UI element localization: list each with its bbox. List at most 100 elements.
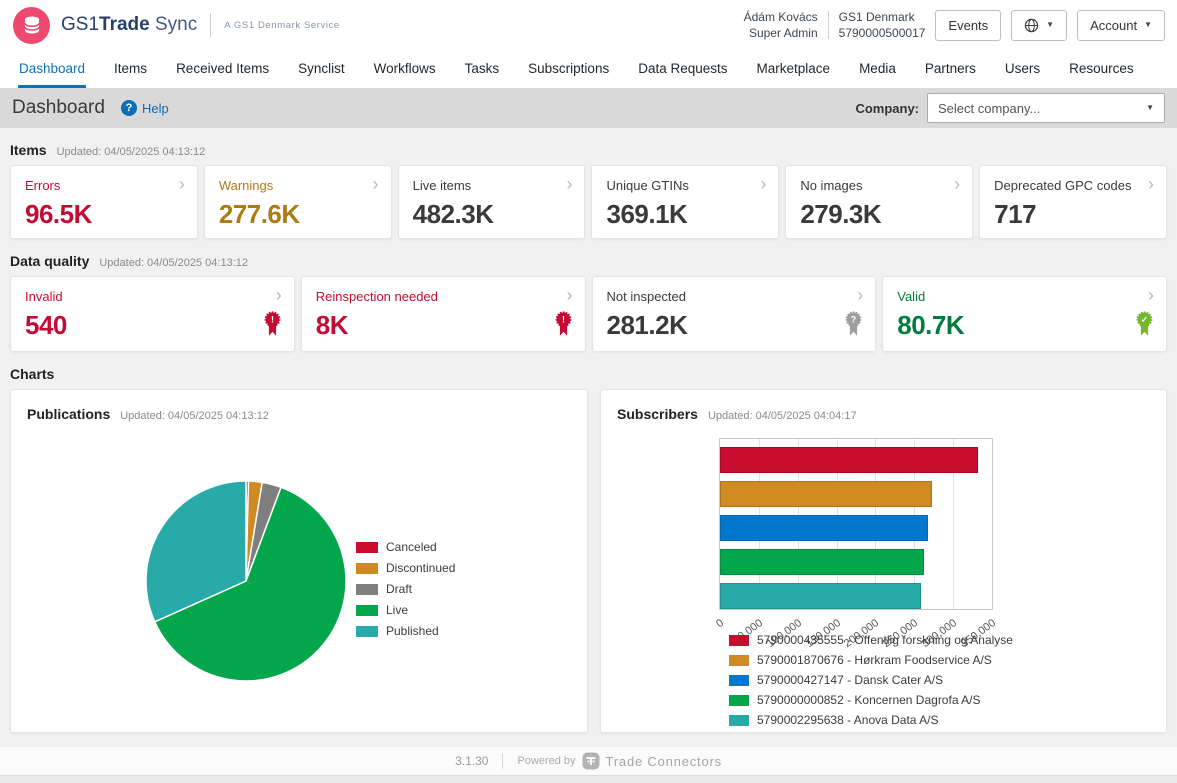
legend-label: 5790001870676 - Hørkram Foodservice A/S bbox=[757, 653, 992, 667]
chevron-right-icon: › bbox=[1148, 286, 1154, 304]
tab-users[interactable]: Users bbox=[1004, 53, 1041, 88]
card-valid[interactable]: Valid›80.7K✓ bbox=[882, 276, 1167, 352]
card-not-inspected[interactable]: Not inspected›281.2K? bbox=[592, 276, 877, 352]
card-value: 482.3K bbox=[413, 199, 571, 230]
publications-chart-updated: Updated: 04/05/2025 04:13:12 bbox=[120, 410, 269, 422]
card-value: 8K bbox=[316, 310, 571, 341]
help-icon: ? bbox=[121, 100, 137, 116]
card-label: Deprecated GPC codes bbox=[994, 178, 1152, 193]
brand-part-trade: Trade bbox=[99, 14, 150, 35]
tab-dashboard[interactable]: Dashboard bbox=[18, 53, 86, 88]
chevron-down-icon: ▼ bbox=[1144, 21, 1152, 29]
tab-items[interactable]: Items bbox=[113, 53, 148, 88]
page-title-bar: Dashboard ? Help Company: Select company… bbox=[0, 88, 1177, 128]
account-button[interactable]: Account ▼ bbox=[1077, 10, 1165, 41]
publications-chart-header: Publications Updated: 04/05/2025 04:13:1… bbox=[11, 390, 587, 422]
legend-item-5790000000852[interactable]: 5790000000852 - Koncernen Dagrofa A/S bbox=[729, 693, 1013, 707]
tab-synclist[interactable]: Synclist bbox=[297, 53, 346, 88]
legend-item-5790000427147[interactable]: 5790000427147 - Dansk Cater A/S bbox=[729, 673, 1013, 687]
main-nav: Dashboard Items Received Items Synclist Work… bbox=[0, 50, 1177, 88]
tab-subscriptions[interactable]: Subscriptions bbox=[527, 53, 610, 88]
trade-connectors-name: Trade Connectors bbox=[606, 754, 722, 769]
chevron-right-icon: › bbox=[954, 175, 960, 193]
organization-gln: 5790000500017 bbox=[839, 25, 926, 41]
tab-resources[interactable]: Resources bbox=[1068, 53, 1135, 88]
user-info: Ádám Kovács Super Admin bbox=[744, 9, 818, 41]
card-live-items[interactable]: Live items› 482.3K bbox=[398, 165, 586, 239]
legend-label: 5790000435555 - Offentlig forskning og A… bbox=[757, 633, 1013, 647]
data-quality-section-updated: Updated: 04/05/2025 04:13:12 bbox=[99, 257, 248, 269]
card-label: Valid bbox=[897, 289, 1152, 304]
card-errors[interactable]: Errors›96.5K bbox=[10, 165, 198, 239]
subscribers-chart-header: Subscribers Updated: 04/05/2025 04:04:17 bbox=[601, 390, 1166, 422]
legend-swatch bbox=[356, 563, 378, 574]
legend-item-discontinued[interactable]: Discontinued bbox=[356, 561, 455, 575]
subscribers-chart-updated: Updated: 04/05/2025 04:04:17 bbox=[708, 410, 857, 422]
card-value: 279.3K bbox=[800, 199, 958, 230]
chevron-right-icon: › bbox=[566, 175, 572, 193]
language-button[interactable]: ▼ bbox=[1011, 10, 1067, 41]
card-invalid[interactable]: Invalid›540! bbox=[10, 276, 295, 352]
chevron-right-icon: › bbox=[373, 175, 379, 193]
items-section-title: Items bbox=[10, 142, 47, 158]
subscribers-chart-card: Subscribers Updated: 04/05/2025 04:04:17… bbox=[600, 389, 1167, 733]
tab-marketplace[interactable]: Marketplace bbox=[756, 53, 832, 88]
legend-label: Live bbox=[386, 603, 408, 617]
legend-item-canceled[interactable]: Canceled bbox=[356, 540, 455, 554]
user-role: Super Admin bbox=[744, 25, 818, 41]
app-footer: 3.1.30 Powered by Trade Connectors bbox=[0, 747, 1177, 775]
publications-chart-card: Publications Updated: 04/05/2025 04:13:1… bbox=[10, 389, 588, 733]
subscribers-legend: 5790000435555 - Offentlig forskning og A… bbox=[729, 633, 1013, 727]
gs1-logo bbox=[13, 7, 50, 44]
page-title: Dashboard bbox=[12, 97, 105, 119]
svg-text:!: ! bbox=[271, 315, 274, 325]
svg-text:✓: ✓ bbox=[1141, 315, 1149, 325]
legend-label: Draft bbox=[386, 582, 412, 596]
app-header: GS1Trade Sync A GS1 Denmark Service Ádám… bbox=[0, 0, 1177, 50]
card-warnings[interactable]: Warnings›277.6K bbox=[204, 165, 392, 239]
chevron-right-icon: › bbox=[276, 286, 282, 304]
company-label: Company: bbox=[855, 101, 919, 116]
tab-data-requests[interactable]: Data Requests bbox=[637, 53, 728, 88]
charts-section-title: Charts bbox=[10, 366, 54, 382]
card-deprecated-gpc-codes[interactable]: Deprecated GPC codes›717 bbox=[979, 165, 1167, 239]
legend-item-published[interactable]: Published bbox=[356, 624, 455, 638]
tab-tasks[interactable]: Tasks bbox=[464, 53, 501, 88]
charts-section-header: Charts bbox=[10, 352, 1167, 382]
events-button[interactable]: Events bbox=[935, 10, 1001, 41]
tab-received-items[interactable]: Received Items bbox=[175, 53, 270, 88]
publications-pie-chart bbox=[144, 479, 348, 683]
company-select-value: Select company... bbox=[938, 101, 1040, 116]
brand-tagline: A GS1 Denmark Service bbox=[224, 20, 340, 31]
legend-item-live[interactable]: Live bbox=[356, 603, 455, 617]
items-section-header: Items Updated: 04/05/2025 04:13:12 bbox=[10, 128, 1167, 158]
card-label: Unique GTINs bbox=[606, 178, 764, 193]
legend-item-5790001870676[interactable]: 5790001870676 - Hørkram Foodservice A/S bbox=[729, 653, 1013, 667]
legend-swatch bbox=[729, 715, 749, 726]
organization-name: GS1 Denmark bbox=[839, 9, 926, 25]
card-reinspection-needed[interactable]: Reinspection needed›8K! bbox=[301, 276, 586, 352]
legend-item-5790000435555[interactable]: 5790000435555 - Offentlig forskning og A… bbox=[729, 633, 1013, 647]
company-select[interactable]: Select company... ▼ bbox=[927, 93, 1165, 123]
events-button-label: Events bbox=[948, 18, 988, 33]
legend-item-draft[interactable]: Draft bbox=[356, 582, 455, 596]
tab-partners[interactable]: Partners bbox=[924, 53, 977, 88]
card-label: Live items bbox=[413, 178, 571, 193]
card-no-images[interactable]: No images›279.3K bbox=[785, 165, 973, 239]
legend-label: Canceled bbox=[386, 540, 437, 554]
help-link[interactable]: ? Help bbox=[121, 100, 169, 116]
legend-item-5790002295638[interactable]: 5790002295638 - Anova Data A/S bbox=[729, 713, 1013, 727]
legend-label: Published bbox=[386, 624, 439, 638]
globe-icon bbox=[1024, 18, 1039, 33]
brand-part-sync: Sync bbox=[150, 14, 198, 35]
trade-connectors-icon bbox=[582, 752, 600, 770]
tab-media[interactable]: Media bbox=[858, 53, 897, 88]
card-value: 281.2K bbox=[607, 310, 862, 341]
brand-divider bbox=[210, 13, 211, 37]
chevron-right-icon: › bbox=[567, 286, 573, 304]
chevron-right-icon: › bbox=[760, 175, 766, 193]
card-unique-gtins[interactable]: Unique GTINs›369.1K bbox=[591, 165, 779, 239]
tab-workflows[interactable]: Workflows bbox=[373, 53, 437, 88]
card-label: Warnings bbox=[219, 178, 377, 193]
chevron-right-icon: › bbox=[179, 175, 185, 193]
